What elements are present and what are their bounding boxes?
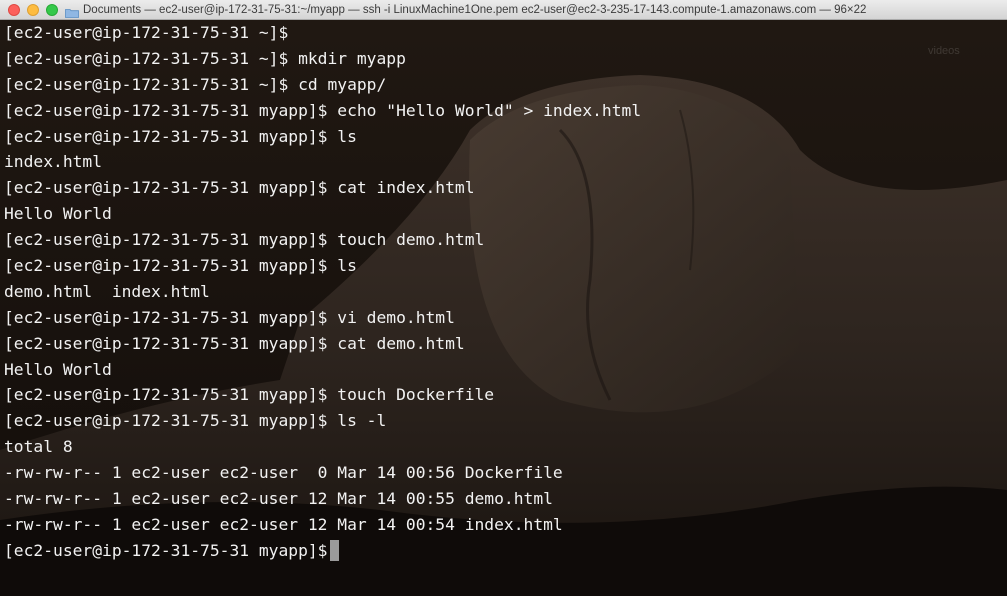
terminal-line: [ec2-user@ip-172-31-75-31 myapp]$ ls	[4, 253, 999, 279]
terminal-line-text: -rw-rw-r-- 1 ec2-user ec2-user 0 Mar 14 …	[4, 463, 563, 483]
title-bar[interactable]: Documents — ec2-user@ip-172-31-75-31:~/m…	[0, 0, 1007, 20]
terminal-line-text: -rw-rw-r-- 1 ec2-user ec2-user 12 Mar 14…	[4, 514, 563, 534]
terminal-line: Hello World	[4, 357, 999, 383]
terminal-line: total 8	[4, 434, 999, 460]
terminal-line: [ec2-user@ip-172-31-75-31 ~]$	[4, 20, 999, 46]
terminal-line-text: [ec2-user@ip-172-31-75-31 ~]$ mkdir myap…	[4, 48, 406, 68]
terminal-line-text: index.html	[4, 152, 103, 172]
terminal-line: [ec2-user@ip-172-31-75-31 myapp]$ ls	[4, 124, 999, 150]
zoom-button[interactable]	[46, 4, 58, 16]
minimize-button[interactable]	[27, 4, 39, 16]
terminal-line-text: total 8	[4, 437, 73, 457]
terminal-line-text: -rw-rw-r-- 1 ec2-user ec2-user 12 Mar 14…	[4, 489, 553, 509]
terminal-line: [ec2-user@ip-172-31-75-31 ~]$ cd myapp/	[4, 72, 999, 98]
terminal-line-text: [ec2-user@ip-172-31-75-31 ~]$	[4, 23, 289, 42]
terminal-line: [ec2-user@ip-172-31-75-31 myapp]$ touch …	[4, 382, 999, 408]
terminal-line-text: Hello World	[4, 204, 112, 224]
terminal-line: [ec2-user@ip-172-31-75-31 myapp]$ touch …	[4, 227, 999, 253]
terminal-line: [ec2-user@ip-172-31-75-31 myapp]$ echo "…	[4, 98, 999, 124]
terminal-line: Hello World	[4, 201, 999, 227]
terminal-output[interactable]: [ec2-user@ip-172-31-75-31 ~]$ [ec2-user@i…	[4, 20, 999, 590]
terminal-line-text: [ec2-user@ip-172-31-75-31 myapp]$ touch …	[4, 230, 485, 250]
window-title: Documents — ec2-user@ip-172-31-75-31:~/m…	[83, 4, 867, 16]
terminal-line: [ec2-user@ip-172-31-75-31 myapp]$ vi dem…	[4, 305, 999, 331]
terminal-line: -rw-rw-r-- 1 ec2-user ec2-user 12 Mar 14…	[4, 512, 999, 538]
terminal-line: [ec2-user@ip-172-31-75-31 myapp]$ ls -l	[4, 408, 999, 434]
terminal-line: [ec2-user@ip-172-31-75-31 myapp]$ cat de…	[4, 331, 999, 357]
terminal-line-text: [ec2-user@ip-172-31-75-31 myapp]$ ls -l	[4, 411, 387, 431]
terminal-line: -rw-rw-r-- 1 ec2-user ec2-user 12 Mar 14…	[4, 486, 999, 512]
terminal-line-text: [ec2-user@ip-172-31-75-31 myapp]$ touch …	[4, 385, 495, 405]
terminal-line-text: [ec2-user@ip-172-31-75-31 ~]$ cd myapp/	[4, 74, 387, 94]
terminal-line: [ec2-user@ip-172-31-75-31 myapp]$ cat in…	[4, 175, 999, 201]
terminal-line: [ec2-user@ip-172-31-75-31 ~]$ mkdir myap…	[4, 46, 999, 72]
terminal-line-text: [ec2-user@ip-172-31-75-31 myapp]$ vi dem…	[4, 307, 455, 327]
terminal-line: [ec2-user@ip-172-31-75-31 myapp]$	[4, 538, 999, 564]
terminal-line: demo.html index.html	[4, 279, 999, 305]
terminal-line-text: [ec2-user@ip-172-31-75-31 myapp]$ cat de…	[4, 333, 465, 353]
text-cursor	[330, 539, 340, 561]
terminal-line: index.html	[4, 149, 999, 175]
folder-icon	[65, 5, 79, 18]
close-button[interactable]	[8, 4, 20, 16]
terminal-line-text: demo.html index.html	[4, 281, 210, 301]
terminal-line-text: [ec2-user@ip-172-31-75-31 myapp]$ ls	[4, 256, 357, 276]
terminal-line-text: [ec2-user@ip-172-31-75-31 myapp]$ ls	[4, 126, 357, 146]
terminal-line: -rw-rw-r-- 1 ec2-user ec2-user 0 Mar 14 …	[4, 460, 999, 486]
terminal-line-text: [ec2-user@ip-172-31-75-31 myapp]$ cat in…	[4, 178, 475, 198]
terminal-window: Documents — ec2-user@ip-172-31-75-31:~/m…	[0, 0, 1007, 596]
terminal-line-text: Hello World	[4, 359, 112, 379]
terminal-line-text: [ec2-user@ip-172-31-75-31 myapp]$ echo "…	[4, 100, 642, 120]
terminal-line-text: [ec2-user@ip-172-31-75-31 myapp]$	[4, 540, 328, 560]
